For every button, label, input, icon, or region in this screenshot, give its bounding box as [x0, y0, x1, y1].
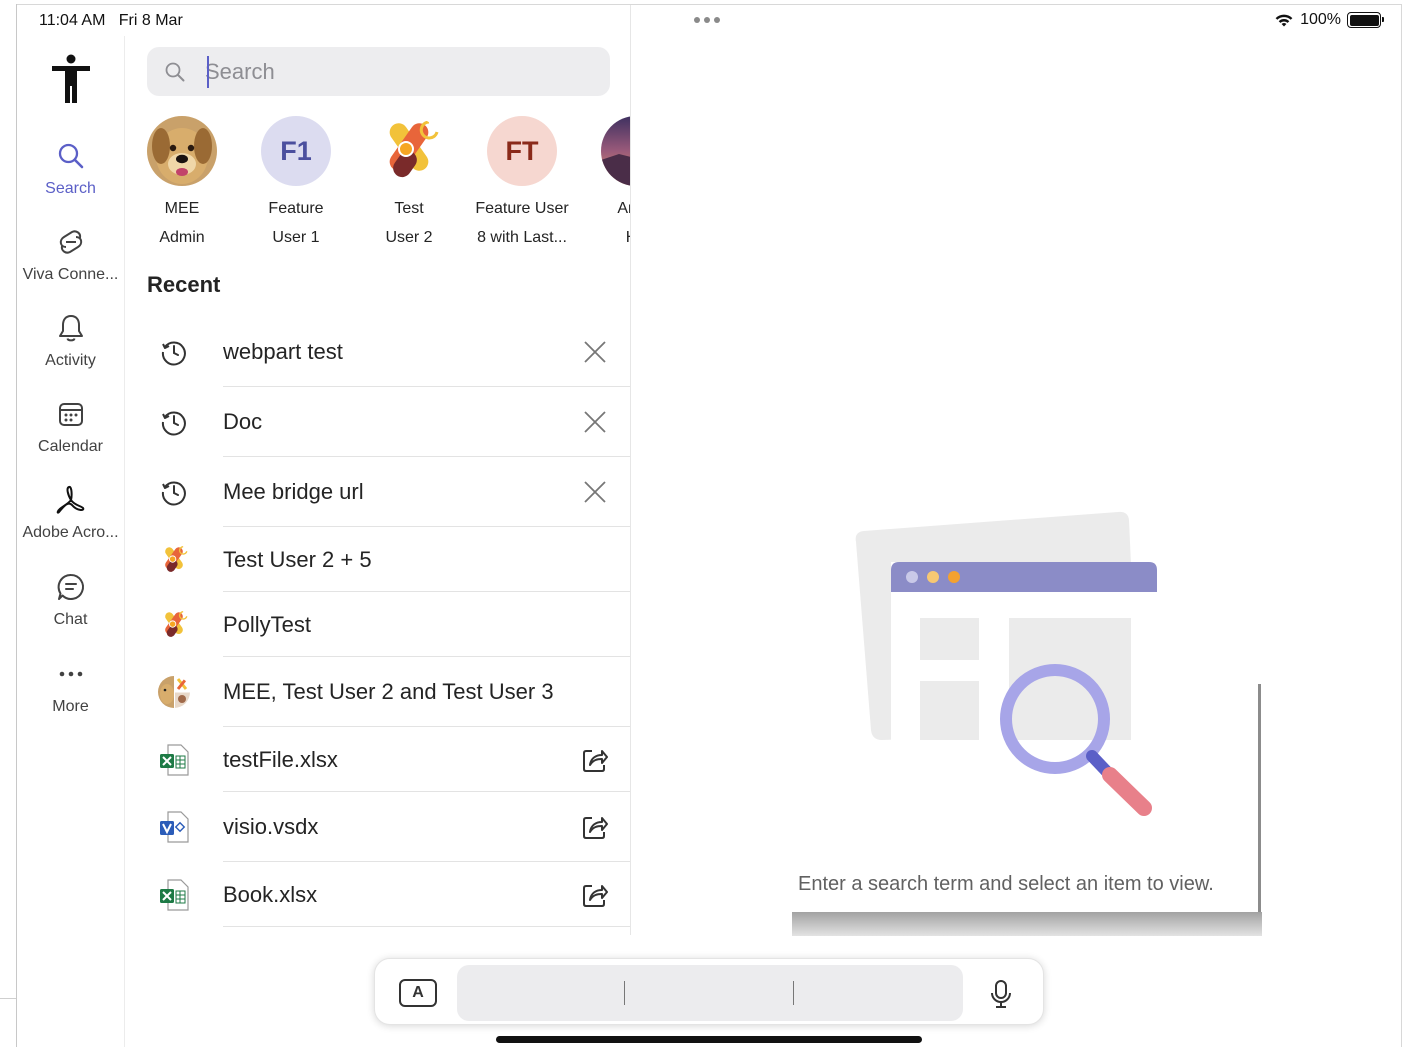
- person-name: Aniru Ha: [617, 200, 630, 246]
- avatar-initials: F1: [261, 116, 331, 186]
- window-border-right: [1401, 4, 1402, 1047]
- rail-item-search[interactable]: Search: [17, 140, 124, 198]
- recent-item[interactable]: Book.xlsx: [124, 862, 630, 927]
- avatar-sunset-photo: [601, 116, 630, 186]
- rail-item-calendar[interactable]: Calendar: [17, 398, 124, 456]
- recent-item-label: testFile.xlsx: [223, 746, 338, 772]
- remove-icon[interactable]: [579, 476, 611, 508]
- window-edge-stub: [0, 998, 16, 999]
- app-logo-icon: [374, 116, 444, 186]
- rail-item-more[interactable]: More: [17, 658, 124, 716]
- status-time-text: 11:04 AM: [39, 12, 106, 29]
- recent-list: webpart test Doc Mee bridge url Test Use…: [124, 317, 630, 927]
- search-icon: [55, 140, 87, 172]
- remove-icon[interactable]: [579, 406, 611, 438]
- rail-item-adobe-acrobat[interactable]: Adobe Acro...: [17, 484, 124, 542]
- rail-item-chat[interactable]: Chat: [17, 571, 124, 629]
- recent-item-label: PollyTest: [223, 611, 312, 637]
- recent-item[interactable]: Test User 2 + 5: [124, 527, 630, 592]
- rail-label-calendar: Calendar: [38, 438, 103, 455]
- person-test-user-2[interactable]: Test User 2: [352, 116, 466, 252]
- dictation-bar: A: [374, 958, 1044, 1025]
- search-icon: [165, 62, 185, 81]
- group-chat-icon: [157, 543, 191, 577]
- chat-icon: [55, 571, 87, 603]
- viva-connections-icon: [55, 226, 87, 258]
- status-bar-indicators: 100%: [1274, 11, 1384, 29]
- rail-item-viva-connections[interactable]: Viva Conne...: [17, 226, 124, 284]
- suggested-people-row: MEE Admin F1 Feature User 1 Test User 2 …: [124, 110, 630, 260]
- recent-item[interactable]: visio.vsdx: [124, 792, 630, 862]
- rail-item-activity[interactable]: Activity: [17, 312, 124, 370]
- search-bar[interactable]: [147, 47, 610, 96]
- history-icon: [157, 405, 191, 439]
- multitasking-menu[interactable]: [694, 17, 720, 23]
- share-icon[interactable]: [579, 811, 611, 843]
- rail-label-search: Search: [45, 180, 96, 197]
- person-feature-user-8[interactable]: FT Feature User 8 with Last...: [465, 116, 579, 252]
- status-date-text: Fri 8 Mar: [118, 12, 183, 29]
- recent-item-label: Test User 2 + 5: [223, 546, 372, 572]
- visio-file-icon: [157, 810, 191, 844]
- avatar-initials: FT: [487, 116, 557, 186]
- search-input[interactable]: [205, 58, 565, 85]
- avatar-dog-photo: [147, 116, 217, 186]
- person-name: Test User 2: [385, 200, 433, 246]
- recent-item[interactable]: MEE, Test User 2 and Test User 3: [124, 657, 630, 727]
- dictation-field[interactable]: [457, 965, 963, 1021]
- battery-percent: 100%: [1300, 11, 1341, 28]
- share-icon[interactable]: [579, 744, 611, 776]
- person-name: Feature User 1: [268, 200, 324, 246]
- bell-icon: [55, 312, 87, 344]
- excel-file-icon: [157, 878, 191, 912]
- empty-state-panel: [792, 462, 1262, 936]
- person-name: MEE Admin: [159, 200, 205, 246]
- recent-item[interactable]: Doc: [124, 387, 630, 457]
- home-indicator[interactable]: [496, 1036, 922, 1043]
- excel-file-icon: [157, 743, 191, 777]
- microphone-icon[interactable]: [985, 977, 1017, 1011]
- recent-item[interactable]: Mee bridge url: [124, 457, 630, 527]
- share-icon[interactable]: [579, 879, 611, 911]
- recent-item-label: Mee bridge url: [223, 479, 364, 504]
- remove-icon[interactable]: [579, 336, 611, 368]
- recent-item-label: Book.xlsx: [223, 881, 318, 907]
- accessibility-logo-icon: [52, 54, 90, 103]
- battery-icon: [1347, 12, 1384, 28]
- history-icon: [157, 335, 191, 369]
- recent-item[interactable]: testFile.xlsx: [124, 727, 630, 792]
- status-bar-time: 11:04 AM Fri 8 Mar: [39, 12, 183, 30]
- pane-divider: [630, 5, 631, 935]
- recent-item[interactable]: webpart test: [124, 317, 630, 387]
- adobe-acrobat-icon: [55, 484, 87, 516]
- empty-state-message: Enter a search term and select an item t…: [798, 873, 1214, 895]
- rail-label-activity: Activity: [45, 352, 96, 369]
- keyboard-toggle-button[interactable]: A: [399, 979, 437, 1007]
- recent-heading: Recent: [147, 272, 221, 297]
- recent-item-label: visio.vsdx: [223, 814, 319, 839]
- calendar-icon: [55, 398, 87, 430]
- app-rail: Search Viva Conne... Activity Calendar A…: [17, 36, 124, 1047]
- rail-label-adobe-acrobat: Adobe Acro...: [22, 524, 119, 541]
- more-icon: [55, 658, 87, 690]
- search-illustration: [855, 511, 1157, 816]
- recent-item-label: Doc: [223, 409, 263, 434]
- text-cursor: [207, 56, 209, 88]
- group-avatar-icon: [157, 675, 191, 709]
- recent-item-label: MEE, Test User 2 and Test User 3: [223, 679, 554, 704]
- rail-label-chat: Chat: [53, 611, 88, 628]
- wifi-icon: [1275, 14, 1293, 26]
- rail-label-viva-connections: Viva Conne...: [22, 266, 119, 283]
- person-aniru[interactable]: Aniru Ha: [579, 116, 630, 252]
- recent-item-label: webpart test: [223, 339, 343, 364]
- person-feature-user-1[interactable]: F1 Feature User 1: [239, 116, 353, 252]
- person-name: Feature User 8 with Last...: [475, 200, 569, 246]
- group-chat-icon: [157, 608, 191, 642]
- recent-item[interactable]: PollyTest: [124, 592, 630, 657]
- person-mee-admin[interactable]: MEE Admin: [125, 116, 239, 252]
- window-border-top: [16, 4, 1402, 5]
- history-icon: [157, 475, 191, 509]
- rail-label-more: More: [52, 698, 89, 715]
